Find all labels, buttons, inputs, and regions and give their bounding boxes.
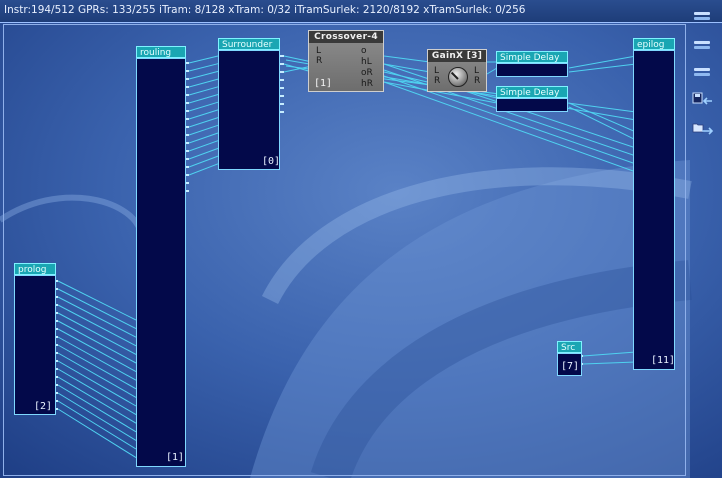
module-title[interactable]: GainX [3]: [428, 50, 486, 62]
open-folder-arrow-icon[interactable]: [690, 121, 714, 137]
module-src[interactable]: Src [7]: [557, 341, 583, 377]
module-index-badge: [1]: [166, 452, 185, 463]
input-r-label: R: [434, 76, 441, 86]
module-crossover[interactable]: Crossover-4 L R o hL oR hR [1]: [308, 30, 384, 92]
module-simple-delay-1[interactable]: Simple Delay: [496, 51, 569, 78]
module-body: [218, 50, 280, 170]
patch-editor: Instr:194/512 GPRs: 133/255 iTram: 8/128…: [0, 0, 722, 478]
input-r-label: R: [316, 56, 323, 66]
module-simple-delay-2[interactable]: Simple Delay: [496, 86, 569, 113]
module-index-badge: [7]: [561, 361, 580, 372]
output-r-label: R: [474, 76, 481, 86]
module-body: [14, 275, 56, 415]
module-surrounder[interactable]: Surrounder [0]: [218, 38, 284, 173]
module-body: [136, 58, 186, 467]
right-toolbar: [688, 0, 722, 478]
input-l-label: L: [316, 46, 322, 56]
module-index-badge: [2]: [34, 401, 53, 412]
module-gainx[interactable]: GainX [3] L R L R: [427, 49, 487, 92]
save-arrow-icon[interactable]: [690, 92, 714, 108]
resource-status-bar: Instr:194/512 GPRs: 133/255 iTram: 8/128…: [0, 0, 722, 23]
input-l-label: L: [434, 66, 440, 76]
module-index-badge: [1]: [314, 78, 333, 89]
menu-line-icon[interactable]: [690, 37, 714, 53]
module-index-badge: [0]: [262, 156, 281, 167]
module-title[interactable]: Simple Delay: [496, 51, 568, 63]
module-body: [633, 50, 675, 370]
module-title[interactable]: prolog: [14, 263, 56, 275]
menu-line-icon[interactable]: [690, 8, 714, 24]
module-prolog[interactable]: prolog [2]: [14, 263, 58, 417]
module-epilog[interactable]: epilog [11]: [633, 38, 677, 372]
output-2-label: hL: [361, 57, 372, 67]
module-index-badge: [11]: [651, 355, 676, 366]
module-title[interactable]: Surrounder: [218, 38, 280, 50]
output-4-label: hR: [361, 79, 373, 89]
module-body: [496, 63, 568, 77]
output-3-label: oR: [361, 68, 373, 78]
output-l-label: L: [474, 66, 480, 76]
output-1-label: o: [361, 46, 367, 56]
module-title[interactable]: rouling: [136, 46, 186, 58]
module-title[interactable]: Src: [557, 341, 582, 353]
resource-status-text: Instr:194/512 GPRs: 133/255 iTram: 8/128…: [4, 4, 526, 16]
module-title[interactable]: Simple Delay: [496, 86, 568, 98]
menu-line-icon[interactable]: [690, 64, 714, 80]
module-title[interactable]: Crossover-4: [309, 31, 383, 43]
module-routing[interactable]: rouling [1]: [136, 46, 189, 470]
module-body: [496, 98, 568, 112]
gain-knob-icon[interactable]: [448, 67, 468, 87]
module-title[interactable]: epilog: [633, 38, 675, 50]
